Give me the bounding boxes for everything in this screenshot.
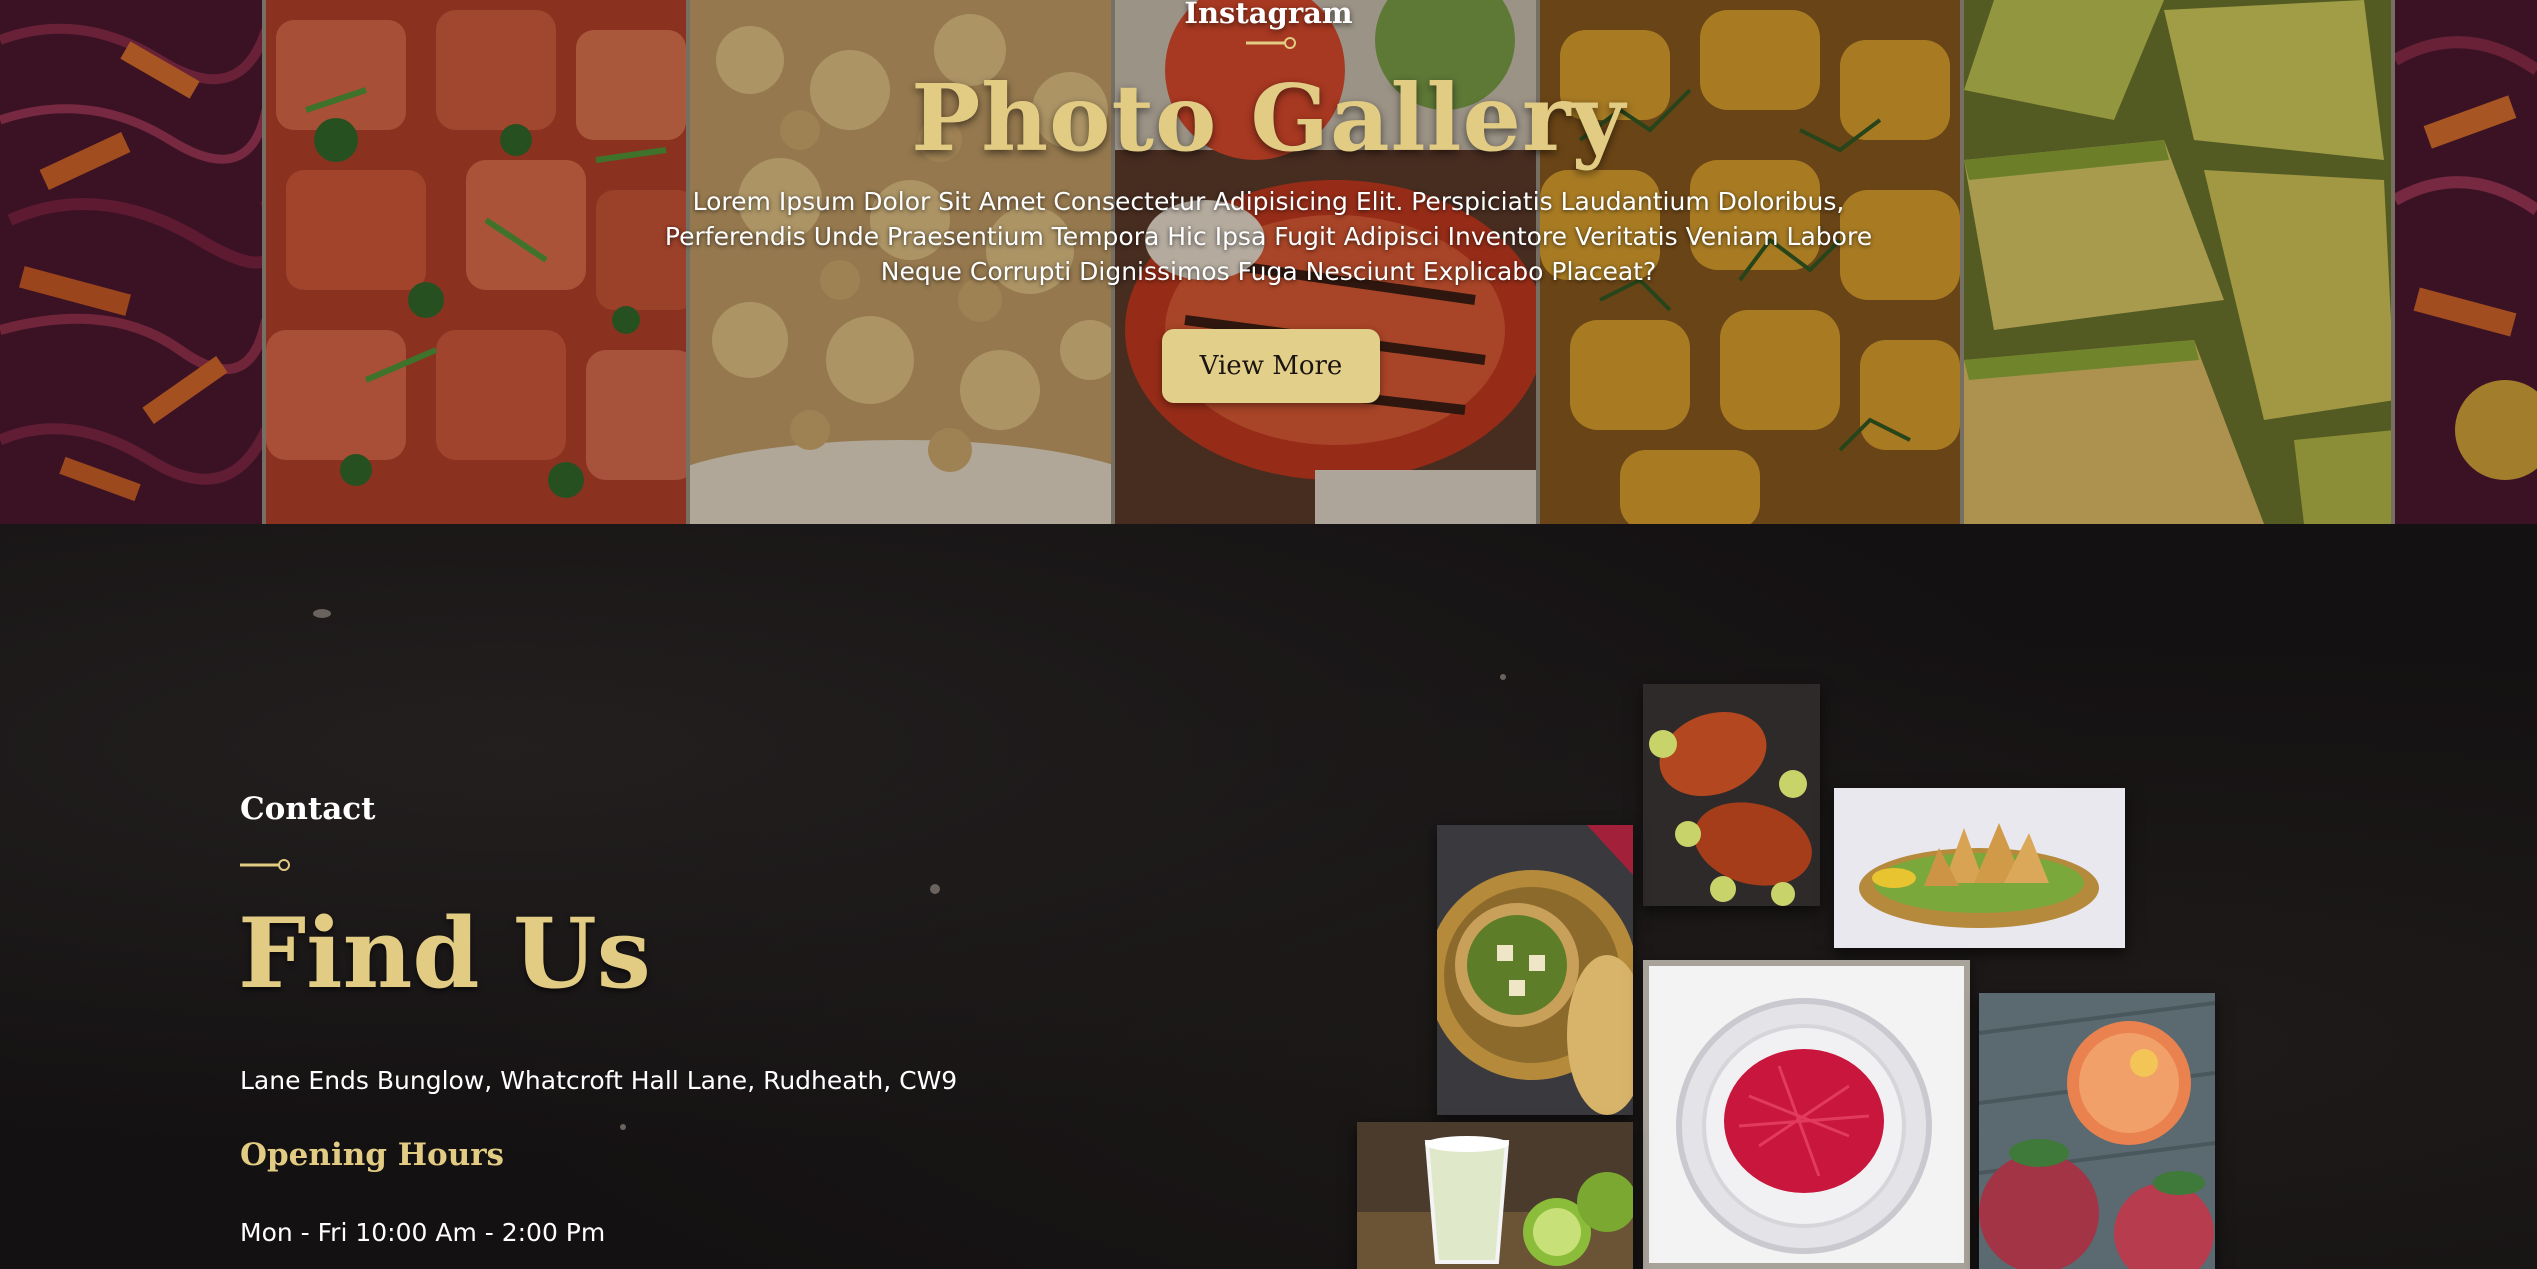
opening-hours-text: Mon - Fri 10:00 Am - 2:00 Pm [240, 1218, 606, 1247]
collage-photo-samosa[interactable] [1834, 788, 2125, 948]
samosa-image [1834, 788, 2125, 948]
gallery-description: Lorem Ipsum Dolor Sit Amet Consectetur A… [664, 187, 1873, 286]
saffron-image [1649, 966, 1964, 1263]
gold-divider-icon [1246, 37, 1296, 49]
texture-speck [1500, 674, 1506, 680]
collage-photo-cocktails[interactable] [1979, 993, 2215, 1269]
contact-address: Lane Ends Bunglow, Whatcroft Hall Lane, … [240, 1066, 958, 1095]
photo-gallery-section: Instagram Photo Gallery Lorem Ipsum Dolo… [0, 0, 2537, 524]
contact-eyebrow: Contact [240, 791, 376, 827]
gold-divider-icon [240, 859, 290, 871]
view-more-button[interactable]: View More [1162, 329, 1380, 403]
texture-speck [620, 1124, 626, 1130]
contact-title: Find Us [238, 897, 651, 1010]
tandoori-chicken-image [1643, 684, 1820, 906]
contact-section: Contact Find Us Lane Ends Bunglow, Whatc… [0, 524, 2537, 1269]
margarita-image [1357, 1122, 1633, 1269]
collage-photo-saffron[interactable] [1643, 960, 1970, 1269]
opening-hours-title: Opening Hours [240, 1137, 505, 1173]
collage-photo-palak-paneer[interactable] [1437, 825, 1633, 1115]
gallery-title: Photo Gallery [911, 64, 1626, 172]
texture-speck [313, 609, 331, 618]
collage-photo-tandoori-chicken[interactable] [1643, 684, 1820, 906]
collage-photo-margarita[interactable] [1357, 1122, 1633, 1269]
gallery-header: Instagram Photo Gallery Lorem Ipsum Dolo… [0, 0, 2537, 524]
palak-paneer-image [1437, 825, 1633, 1115]
cocktails-image [1979, 993, 2215, 1269]
texture-speck [930, 884, 940, 894]
gallery-eyebrow: Instagram [1184, 0, 1353, 30]
